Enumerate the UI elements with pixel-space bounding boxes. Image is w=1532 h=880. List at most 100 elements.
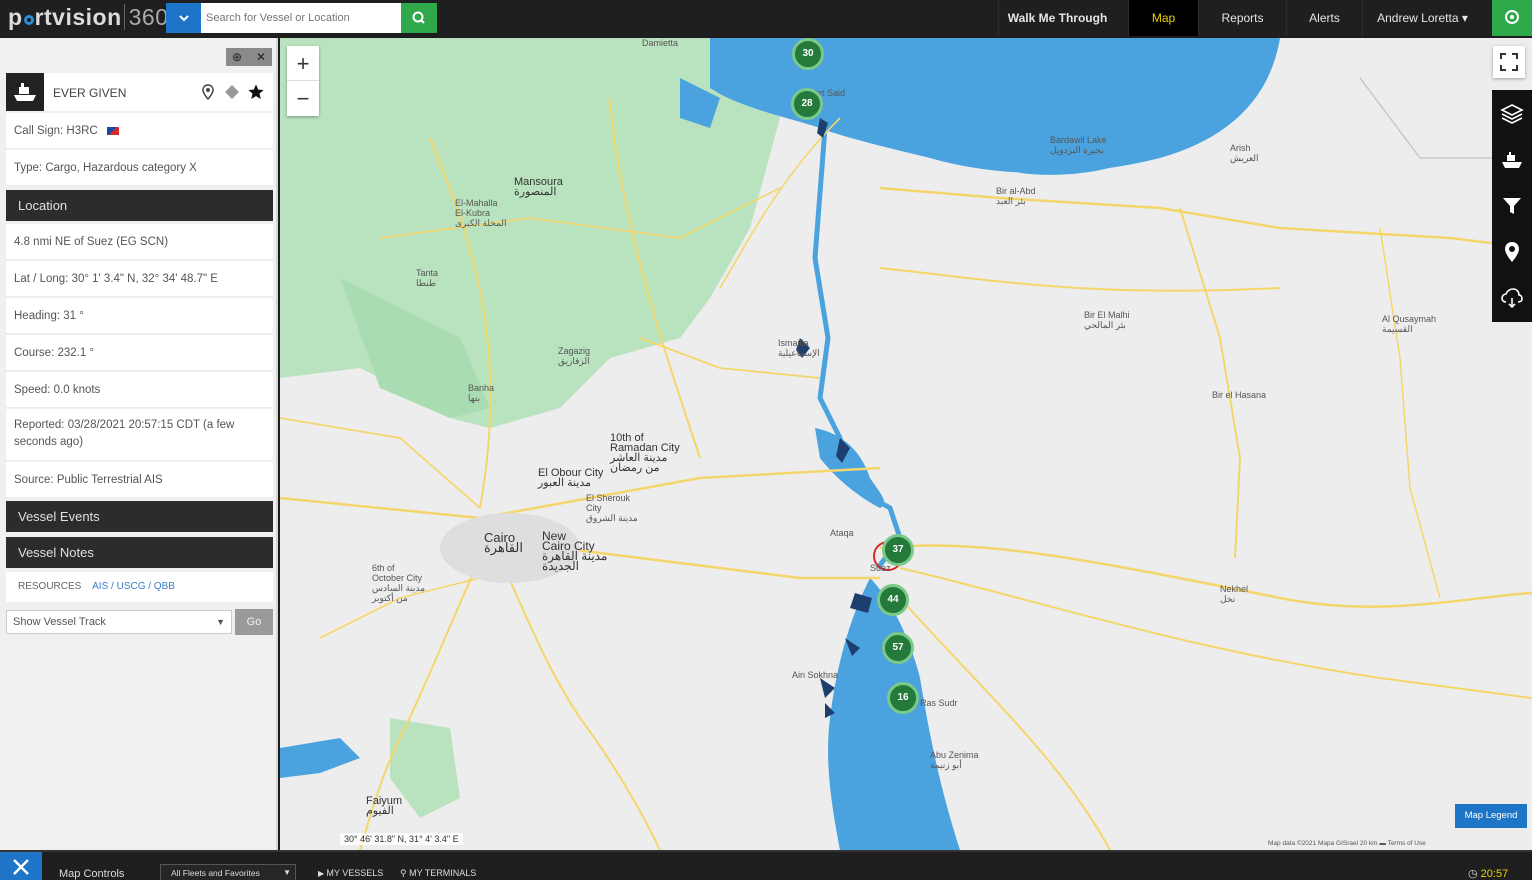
cursor-coordinates: 30° 46' 31.8" N, 31° 4' 3.4" E: [340, 833, 463, 845]
map-label-obour: El Obour City مدينة العبور: [538, 467, 604, 489]
go-button[interactable]: Go: [235, 609, 273, 635]
nav-reports[interactable]: Reports: [1198, 0, 1286, 36]
my-terminals-link[interactable]: ⚲ MY TERMINALS: [400, 868, 476, 879]
logo-suffix: 360: [123, 4, 169, 30]
zoom-in-button[interactable]: +: [287, 46, 319, 81]
search-icon: [412, 11, 425, 24]
fullscreen-button[interactable]: [1493, 46, 1525, 78]
vessel-notes-header[interactable]: Vessel Notes: [6, 537, 273, 568]
user-menu[interactable]: Andrew Loretta ▾: [1362, 0, 1482, 36]
call-sign-row: Call Sign: H3RC: [6, 113, 273, 149]
map-base: [280, 38, 1532, 850]
map-label-faiyum: Faiyum الفيوم: [366, 795, 403, 817]
vessel-events-header[interactable]: Vessel Events: [6, 501, 273, 532]
map-label-al-qusaymah: Al Qusaymah القسيمة: [1382, 314, 1437, 334]
logo-p: p: [8, 4, 23, 30]
zoom-out-button[interactable]: −: [287, 81, 319, 116]
location-source: Source: Public Terrestrial AIS: [6, 462, 273, 498]
search-button[interactable]: [401, 3, 437, 33]
vessel-panel: ⊕ ✕ EVER GIVEN Call Sign: H3RC Type: Car…: [0, 38, 278, 850]
call-sign: Call Sign: H3RC: [14, 125, 98, 137]
map-label-tenth-ramadan: 10th of Ramadan City مدينة العاشر من رمض…: [610, 432, 680, 474]
vessel-header: EVER GIVEN: [6, 73, 273, 111]
map-controls-label[interactable]: Map Controls: [59, 868, 124, 880]
walk-me-through-button[interactable]: Walk Me Through: [998, 0, 1116, 36]
flag-icon: [106, 126, 119, 135]
map-label-new-cairo: New Cairo City مدينة القاهرة الجديدة: [542, 529, 608, 573]
location-pin-icon[interactable]: [1500, 240, 1524, 264]
map-attribution: Map data ©2021 Mapa GISrael 20 km ▬ Term…: [1268, 840, 1426, 847]
map-label-cairo: Cairo القاهرة: [484, 530, 523, 555]
fleet-filter-select[interactable]: All Fleets and Favorites ▼: [160, 864, 296, 880]
chevron-down-icon: ▼: [283, 868, 291, 877]
geofence-icon[interactable]: [223, 83, 241, 101]
location-heading: Heading: 31 °: [6, 298, 273, 334]
location-position: 4.8 nmi NE of Suez (EG SCN): [6, 224, 273, 260]
chevron-down-icon: ▼: [216, 617, 225, 627]
nav-alerts[interactable]: Alerts: [1286, 0, 1362, 36]
star-icon[interactable]: [247, 83, 265, 101]
logo-o-icon: [23, 15, 34, 25]
vessel-track-select[interactable]: Show Vessel Track ▼: [6, 610, 232, 634]
vessel-cluster[interactable]: 37: [882, 534, 914, 566]
map-controls-toggle[interactable]: [0, 852, 42, 880]
map-label-ataqa: Ataqa: [830, 528, 854, 538]
resource-link-qbb[interactable]: QBB: [154, 581, 175, 592]
terminal-icon: ⚲: [400, 868, 410, 878]
map-label-bir-el-mahi: Bir El Malhi بئر المالحي: [1084, 310, 1130, 330]
map-label-shorouk: El Sherouk City مدينة الشروق: [586, 493, 638, 523]
filter-icon[interactable]: [1500, 194, 1524, 218]
map-legend-button[interactable]: Map Legend: [1455, 804, 1527, 828]
plus-circle-icon: [1505, 10, 1519, 24]
layers-icon[interactable]: [1500, 102, 1524, 126]
map-label-ras-sudr: Ras Sudr: [920, 698, 958, 708]
vessel-cluster[interactable]: 30: [792, 38, 824, 70]
map-label-ismailia: Ismailia الإسماعيلية: [778, 338, 820, 358]
vessel-cluster[interactable]: 44: [877, 584, 909, 616]
map-label-ain-sokhna: Ain Sokhna: [792, 670, 839, 680]
map-label-suez: Suez: [870, 563, 891, 573]
nav-map[interactable]: Map: [1128, 0, 1198, 36]
resources-label: RESOURCES: [18, 581, 82, 592]
map-label-tanta: Tanta طنطا: [416, 268, 439, 288]
vessel-cluster[interactable]: 57: [882, 632, 914, 664]
resource-link-uscg[interactable]: USCG: [117, 581, 146, 592]
weather-icon[interactable]: [1500, 286, 1524, 310]
map-label-el-mahalla: El-Mahalla El-Kubra المحلة الكبرى: [455, 198, 507, 228]
map-label-zagazig: Zagazig الزقازيق: [558, 346, 591, 366]
vessel-cluster[interactable]: 16: [887, 682, 919, 714]
map-label-abu-zenima: Abu Zenima أبو زنيمة: [930, 750, 979, 770]
my-terminals-label: MY TERMINALS: [409, 868, 477, 878]
search-input[interactable]: [201, 3, 401, 33]
vessel-track-select-value: Show Vessel Track: [13, 616, 106, 628]
map-label-october: 6th of October City مدينة السادس من أكتو…: [372, 563, 426, 603]
location-course: Course: 232.1 °: [6, 335, 273, 371]
ship-icon: [6, 73, 44, 111]
resource-link-ais[interactable]: AIS: [92, 581, 108, 592]
map-canvas[interactable]: Damietta Port Said Mansoura المنصورة El-…: [280, 38, 1532, 850]
search-type-dropdown[interactable]: [166, 3, 201, 33]
resource-sep: /: [108, 581, 117, 592]
vessel-cluster[interactable]: 28: [791, 88, 823, 120]
bottom-bar: Map Controls All Fleets and Favorites ▼ …: [0, 850, 1532, 880]
panel-tools: ⊕ ✕: [226, 48, 272, 66]
fullscreen-icon: [1500, 53, 1518, 71]
location-section-header[interactable]: Location: [6, 190, 273, 221]
chevron-down-icon: [178, 15, 189, 22]
vessel-type: Type: Cargo, Hazardous category X: [6, 150, 273, 186]
resources-row: RESOURCES AIS / USCG / QBB: [6, 572, 273, 602]
ship-icon[interactable]: [1500, 148, 1524, 172]
close-icon[interactable]: ✕: [250, 48, 272, 66]
map-label-bir-al-abd: Bir al-Abd بئر العبد: [996, 186, 1036, 206]
resource-sep: /: [145, 581, 154, 592]
app-logo[interactable]: p rtvision 360: [8, 4, 169, 31]
map-label-damietta: Damietta: [642, 38, 679, 48]
pin-panel-icon[interactable]: ⊕: [226, 48, 248, 66]
map-label-mansoura: Mansoura المنصورة: [514, 176, 563, 198]
location-reported: Reported: 03/28/2021 20:57:15 CDT (a few…: [6, 409, 273, 461]
location-speed: Speed: 0.0 knots: [6, 372, 273, 408]
add-button[interactable]: [1492, 0, 1532, 36]
location-pin-icon[interactable]: [199, 83, 217, 101]
location-latlong: Lat / Long: 30° 1' 3.4" N, 32° 34' 48.7"…: [6, 261, 273, 297]
my-vessels-link[interactable]: ▶ MY VESSELS: [318, 868, 383, 878]
